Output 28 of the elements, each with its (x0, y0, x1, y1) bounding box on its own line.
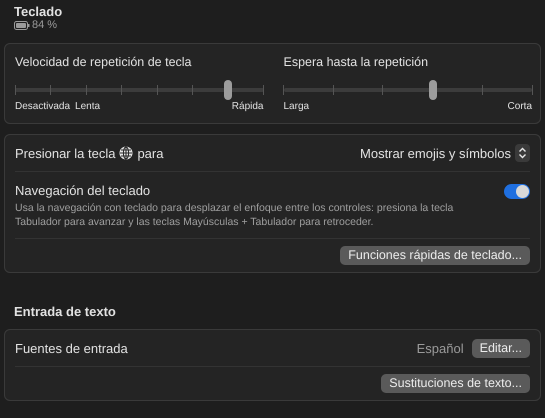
scale-label: Corta (508, 101, 532, 113)
chevron-up-down-icon (515, 144, 530, 162)
slider-label: Velocidad de repetición de tecla (15, 54, 193, 70)
toggle-switch[interactable] (504, 184, 530, 199)
slider-thumb[interactable] (224, 80, 232, 100)
setting-label: para (137, 146, 164, 160)
battery-percentage: 84 % (32, 19, 58, 32)
setting-value: Español (416, 340, 464, 356)
section-title: Entrada de texto (13, 303, 117, 321)
text-replacements-button[interactable]: Sustituciones de texto... (381, 374, 530, 393)
slider-label: Espera hasta la repetición (284, 54, 430, 70)
shortcuts-button[interactable]: Funciones rápidas de teclado... (340, 246, 530, 265)
slider[interactable] (284, 80, 532, 100)
slider[interactable] (15, 80, 264, 100)
scale-label: Desactivada (15, 101, 70, 113)
battery-icon (14, 21, 30, 30)
setting-label: Presionar la tecla (15, 146, 116, 160)
scale-label: Rápida (232, 101, 264, 113)
page-title: Teclado (14, 4, 64, 19)
setting-label: Fuentes de entrada (15, 340, 128, 356)
scale-label: Larga (284, 101, 310, 113)
slider-thumb[interactable] (428, 80, 437, 100)
scale-label: Lenta (75, 101, 100, 113)
setting-description: Usa la navegación con teclado para desplazar el enfoque entre los controles: presiona la tecla Tabulador para avanzar y las teclas Mayúsculas + Tabulador para retroceder. (15, 201, 454, 229)
globe-icon (119, 146, 134, 160)
popup-value[interactable]: Mostrar emojis y símbolos (360, 146, 511, 160)
edit-button[interactable]: Editar... (472, 338, 530, 358)
setting-label: Navegación del teclado (15, 182, 152, 199)
